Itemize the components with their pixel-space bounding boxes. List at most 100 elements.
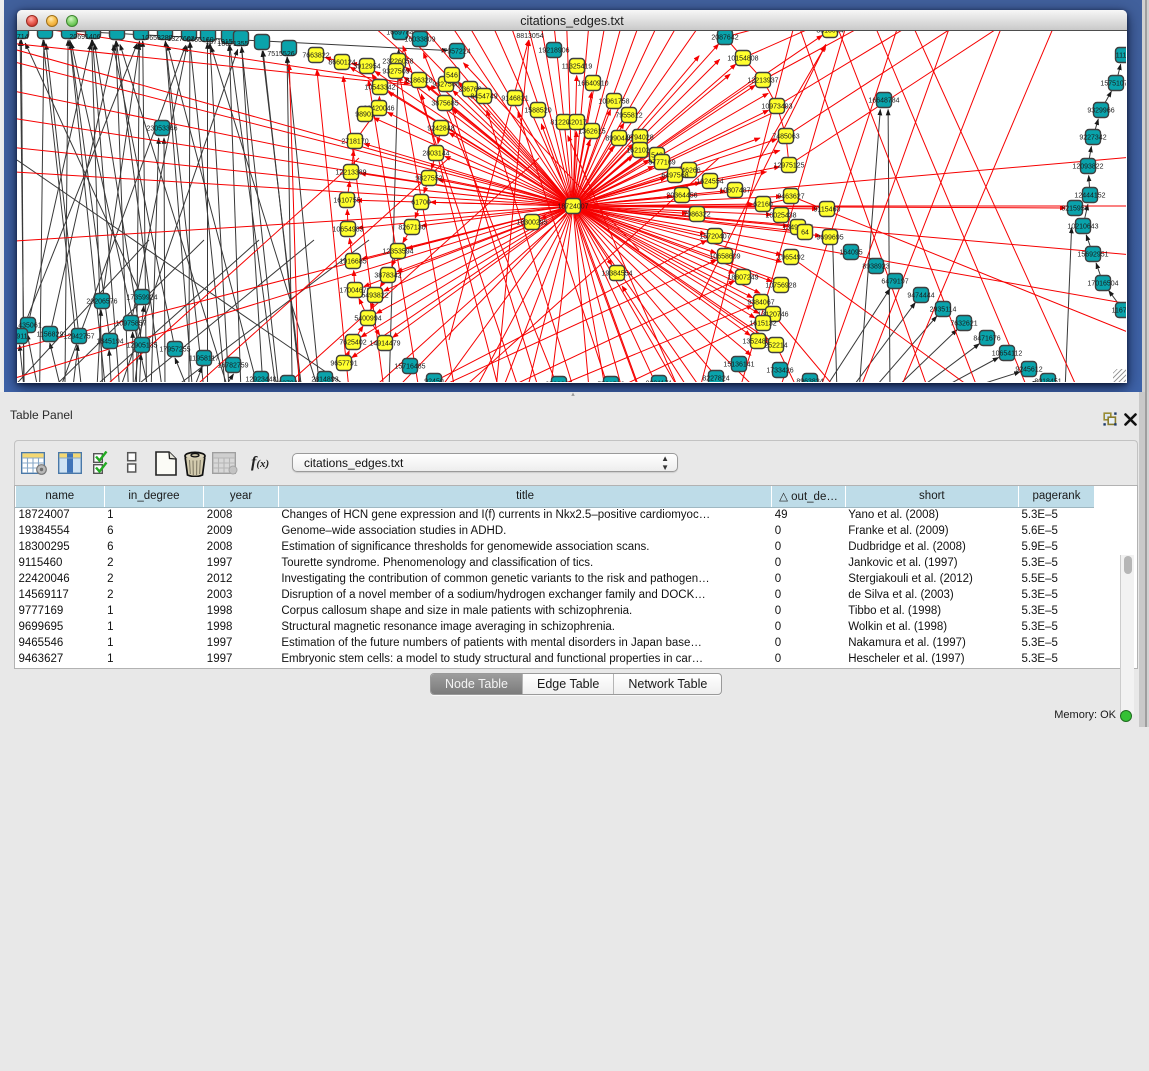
svg-text:9146821: 9146821 (501, 96, 528, 103)
svg-text:9384067: 9384067 (747, 300, 774, 307)
svg-text:0391171: 0391171 (646, 381, 673, 383)
svg-text:6497568: 6497568 (661, 173, 688, 180)
svg-text:2935114: 2935114 (930, 307, 957, 314)
svg-text:1733426: 1733426 (766, 368, 793, 375)
svg-text:23053346: 23053346 (146, 126, 177, 133)
svg-text:7955812: 7955812 (615, 113, 642, 120)
svg-text:8938923: 8938923 (862, 264, 889, 271)
svg-text:8454749: 8454749 (470, 94, 497, 101)
svg-text:116753: 116753 (1112, 308, 1126, 315)
svg-text:1610755: 1610755 (333, 198, 360, 205)
svg-text:12353594: 12353594 (382, 249, 413, 256)
svg-text:5701543: 5701543 (597, 382, 624, 383)
svg-text:12923448: 12923448 (245, 377, 276, 383)
svg-text:8186328: 8186328 (405, 78, 432, 85)
svg-text:9329966: 9329966 (1087, 108, 1114, 115)
svg-text:10654983: 10654983 (332, 227, 363, 234)
svg-text:10975857: 10975857 (115, 321, 146, 328)
svg-text:10807487: 10807487 (719, 188, 750, 195)
svg-text:6479197: 6479197 (881, 279, 908, 286)
svg-text:62160: 62160 (753, 202, 773, 209)
svg-text:3875685: 3875685 (431, 101, 458, 108)
svg-text:9657791: 9657791 (330, 361, 357, 368)
svg-text:20206576: 20206576 (86, 299, 117, 306)
svg-text:10658609: 10658609 (709, 254, 740, 261)
svg-text:18724007: 18724007 (557, 204, 588, 211)
svg-text:1362615: 1362615 (578, 129, 605, 136)
svg-text:98901: 98901 (355, 112, 375, 119)
svg-text:7632621: 7632621 (950, 321, 977, 328)
svg-text:7957224: 7957224 (443, 49, 470, 56)
svg-text:17957255: 17957255 (159, 347, 190, 354)
svg-text:7663822: 7663822 (302, 53, 329, 60)
svg-text:164095: 164095 (839, 250, 862, 257)
svg-text:8471676: 8471676 (973, 336, 1000, 343)
svg-text:10756928: 10756928 (765, 283, 796, 290)
svg-text:12444152: 12444152 (1074, 193, 1105, 200)
svg-text:2803144: 2803144 (422, 151, 449, 158)
svg-text:8963834: 8963834 (796, 379, 823, 383)
svg-text:10025438: 10025438 (765, 213, 796, 220)
svg-text:12942757: 12942757 (63, 334, 94, 341)
svg-text:7986322: 7986322 (683, 212, 710, 219)
svg-text:3878342: 3878342 (374, 273, 401, 280)
svg-text:10210643: 10210643 (1067, 224, 1098, 231)
svg-text:10961758: 10961758 (598, 99, 629, 106)
svg-text:1588520: 1588520 (524, 108, 551, 115)
svg-text:61700: 61700 (411, 200, 431, 207)
svg-text:15692951: 15692951 (1077, 252, 1108, 259)
svg-text:10154808: 10154808 (727, 56, 758, 63)
svg-text:9115460: 9115460 (814, 207, 841, 214)
svg-text:2528809: 2528809 (545, 382, 572, 383)
svg-text:9245612: 9245612 (1015, 367, 1042, 374)
svg-text:9827552: 9827552 (415, 176, 442, 183)
svg-text:9227342: 9227342 (1079, 135, 1106, 142)
svg-text:252214: 252214 (764, 343, 787, 350)
svg-text:9242848: 9242848 (427, 126, 454, 133)
svg-text:4627048: 4627048 (274, 381, 301, 383)
svg-text:18807249: 18807249 (727, 275, 758, 282)
svg-text:9327509: 9327509 (382, 69, 409, 76)
svg-text:1615132: 1615132 (749, 321, 776, 328)
svg-text:9794028: 9794028 (626, 135, 653, 142)
svg-text:12213389: 12213389 (335, 170, 366, 177)
svg-text:9699695: 9699695 (816, 235, 843, 242)
svg-text:3912954: 3912954 (353, 64, 380, 71)
svg-text:12213937: 12213937 (747, 78, 778, 85)
svg-text:12093822: 12093822 (1072, 164, 1103, 171)
svg-text:11325419: 11325419 (562, 64, 593, 71)
svg-text:14055714: 14055714 (17, 34, 29, 41)
svg-text:1156829: 1156829 (37, 332, 64, 339)
svg-text:2087642: 2087642 (711, 35, 738, 42)
svg-text:8018451: 8018451 (1034, 379, 1061, 383)
svg-text:16648784: 16648784 (868, 98, 899, 105)
svg-text:7485063: 7485063 (772, 134, 799, 141)
svg-text:1965492: 1965492 (777, 255, 804, 262)
svg-text:20364456: 20364456 (666, 193, 697, 200)
svg-text:15751074: 15751074 (1100, 81, 1126, 88)
svg-text:15720407: 15720407 (699, 234, 730, 241)
svg-text:5400994: 5400994 (354, 316, 381, 323)
svg-text:17016504: 17016504 (1087, 281, 1118, 288)
svg-text:1112: 1112 (1116, 53, 1126, 60)
svg-text:8813054: 8813054 (516, 33, 543, 40)
svg-text:8813054: 8813054 (816, 31, 843, 35)
svg-text:64: 64 (801, 230, 809, 237)
svg-text:11958117: 11958117 (189, 356, 219, 363)
svg-text:12905135: 12905135 (126, 343, 157, 350)
svg-text:7625402: 7625402 (339, 340, 366, 347)
svg-text:17359924: 17359924 (126, 295, 157, 302)
svg-text:9463627: 9463627 (777, 194, 804, 201)
svg-text:16033809: 16033809 (404, 37, 435, 44)
svg-text:7515526: 7515526 (267, 51, 294, 58)
svg-text:12975125: 12975125 (773, 163, 804, 170)
svg-text:1345194: 1345194 (96, 339, 123, 346)
svg-text:10973493: 10973493 (761, 104, 792, 111)
svg-text:20691406: 20691406 (69, 34, 100, 41)
svg-text:3911: 3911 (17, 334, 28, 341)
svg-text:9777169: 9777169 (648, 160, 675, 167)
svg-text:5493822: 5493822 (361, 293, 388, 300)
svg-text:546: 546 (446, 73, 458, 80)
svg-text:15716485: 15716485 (394, 364, 425, 371)
svg-text:19384554: 19384554 (601, 271, 632, 278)
